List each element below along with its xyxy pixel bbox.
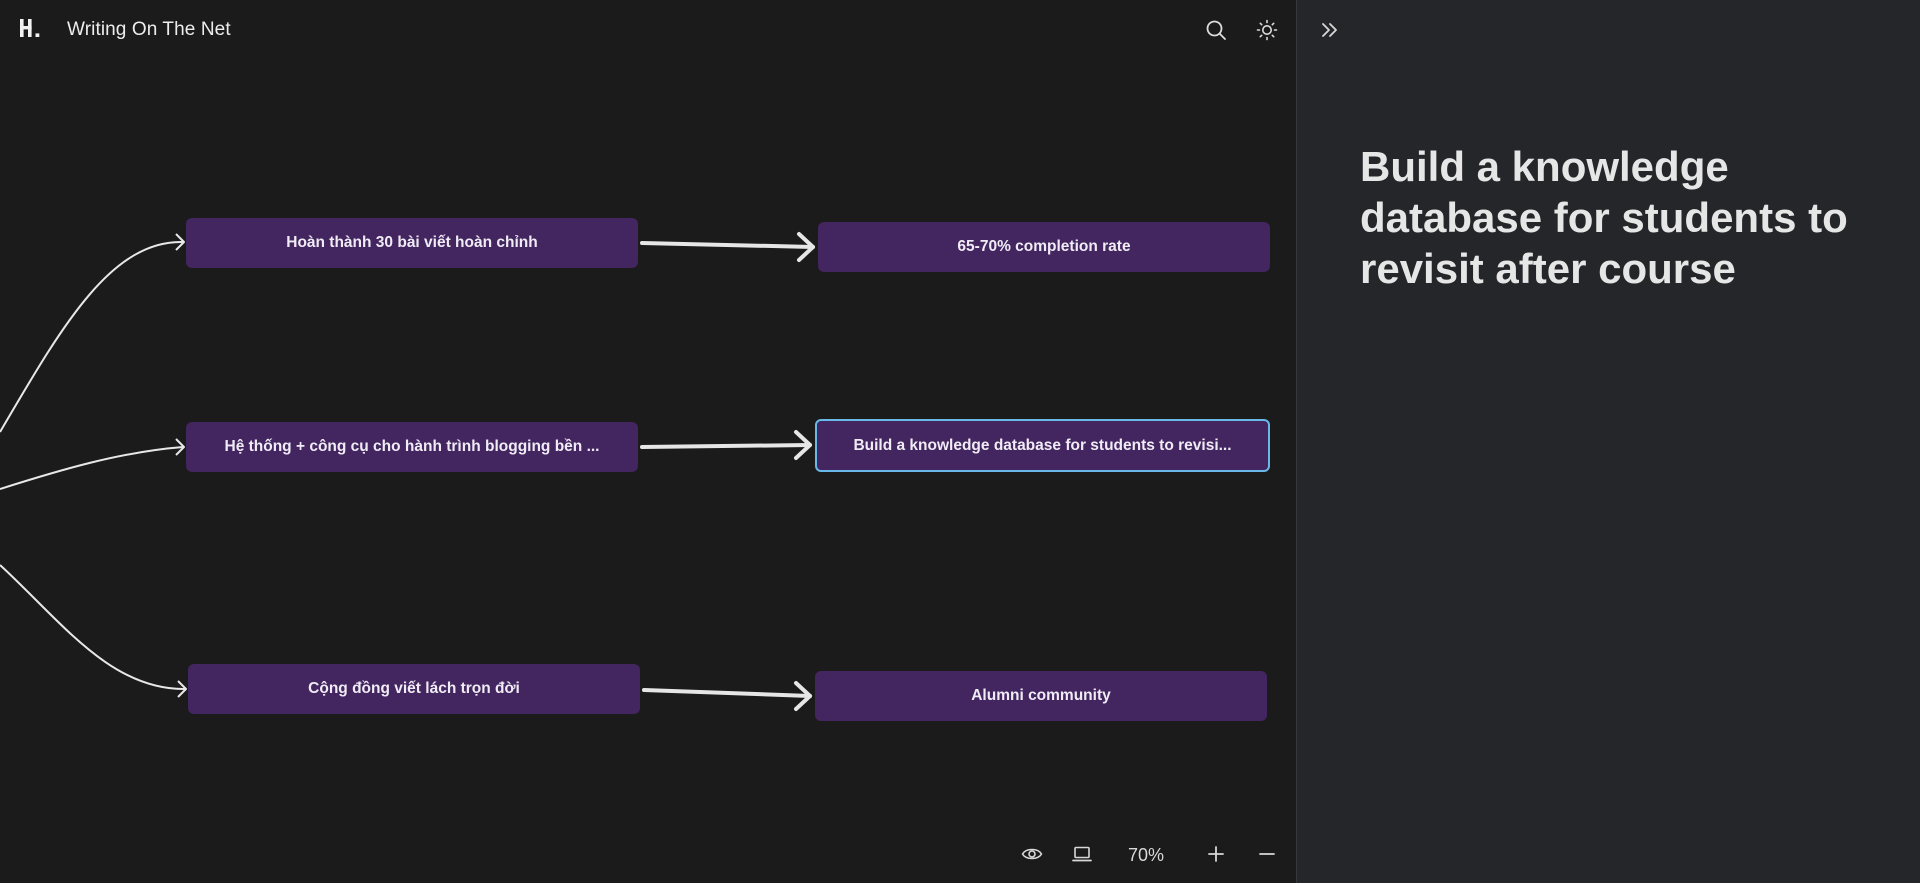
edge-node-3-to-node-6 bbox=[642, 688, 812, 698]
zoom-out-button[interactable] bbox=[1252, 839, 1282, 869]
mindmap-node-selected[interactable]: Build a knowledge database for students … bbox=[815, 419, 1270, 472]
mindmap-node[interactable]: Alumni community bbox=[815, 671, 1267, 721]
app-window: Writing On The Net Hoàn thành 30 bài viế… bbox=[0, 0, 1920, 883]
mindmap-node[interactable]: Hoàn thành 30 bài viết hoàn chỉnh bbox=[186, 218, 638, 268]
logo-icon[interactable] bbox=[18, 17, 44, 43]
mindmap-node[interactable]: Hệ thống + công cụ cho hành trình bloggi… bbox=[186, 422, 638, 472]
theme-toggle-button[interactable] bbox=[1252, 15, 1282, 45]
zoom-level: 70% bbox=[1128, 845, 1165, 865]
search-icon bbox=[1206, 20, 1226, 40]
mindmap-node[interactable]: 65-70% completion rate bbox=[818, 222, 1270, 272]
eye-icon bbox=[1021, 848, 1043, 860]
sun-icon bbox=[1256, 19, 1278, 41]
preview-button[interactable] bbox=[1017, 839, 1047, 869]
plus-icon bbox=[1208, 846, 1224, 862]
chevrons-right-icon bbox=[1322, 23, 1337, 37]
minus-icon bbox=[1259, 853, 1275, 855]
edge-root-to-node-2 bbox=[0, 446, 184, 490]
document-title: Writing On The Net bbox=[67, 19, 231, 40]
edge-node-1-to-node-4 bbox=[640, 241, 815, 249]
edge-node-2-to-node-5 bbox=[640, 443, 812, 449]
search-button[interactable] bbox=[1201, 15, 1231, 45]
zoom-in-button[interactable] bbox=[1201, 839, 1231, 869]
mindmap-canvas[interactable]: Writing On The Net Hoàn thành 30 bài viế… bbox=[0, 0, 1296, 883]
panel-title: Build a knowledge database for students … bbox=[1360, 143, 1848, 292]
presentation-button[interactable] bbox=[1067, 839, 1097, 869]
mindmap-node[interactable]: Cộng đồng viết lách trọn đời bbox=[188, 664, 640, 714]
laptop-icon bbox=[1072, 846, 1092, 862]
detail-panel: Build a knowledge database for students … bbox=[1296, 0, 1920, 883]
collapse-panel-button[interactable] bbox=[1314, 15, 1344, 45]
edge-root-to-node-3 bbox=[0, 564, 186, 691]
edge-root-to-node-1 bbox=[0, 240, 184, 433]
